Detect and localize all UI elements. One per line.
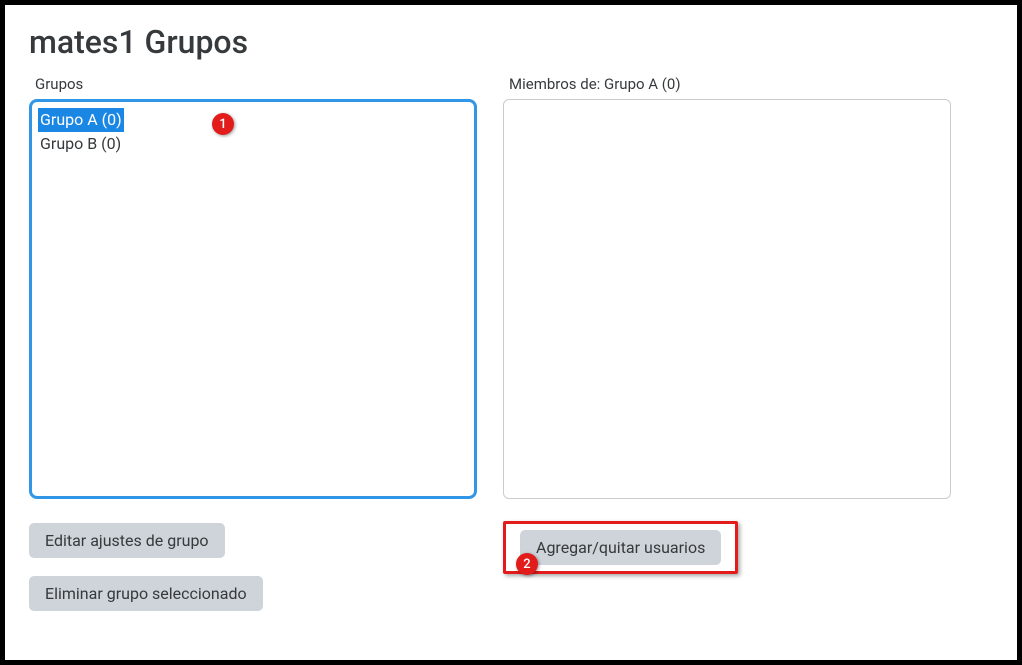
callout-badge-1: 1 — [212, 113, 234, 135]
group-item[interactable]: Grupo B (0) — [38, 132, 123, 156]
groups-listbox[interactable]: Grupo A (0) Grupo B (0) — [29, 99, 477, 499]
edit-group-button[interactable]: Editar ajustes de grupo — [29, 523, 225, 558]
members-buttons: Agregar/quitar usuarios — [503, 499, 951, 574]
groups-label: Grupos — [35, 75, 477, 93]
columns: Grupos Grupo A (0) Grupo B (0) Editar aj… — [29, 75, 993, 611]
members-column: Miembros de: Grupo A (0) Agregar/quitar … — [503, 75, 951, 611]
delete-group-button[interactable]: Eliminar grupo seleccionado — [29, 576, 263, 611]
page-title: mates1 Grupos — [29, 23, 993, 61]
callout-badge-2: 2 — [516, 553, 538, 575]
app-frame: mates1 Grupos Grupos Grupo A (0) Grupo B… — [0, 0, 1022, 665]
group-item[interactable]: Grupo A (0) — [38, 108, 124, 132]
add-remove-users-button[interactable]: Agregar/quitar usuarios — [520, 530, 721, 565]
callout-highlight: Agregar/quitar usuarios — [503, 521, 738, 574]
members-listbox[interactable] — [503, 99, 951, 499]
groups-column: Grupos Grupo A (0) Grupo B (0) Editar aj… — [29, 75, 477, 611]
groups-buttons: Editar ajustes de grupo Eliminar grupo s… — [29, 523, 477, 611]
members-label: Miembros de: Grupo A (0) — [509, 75, 951, 93]
